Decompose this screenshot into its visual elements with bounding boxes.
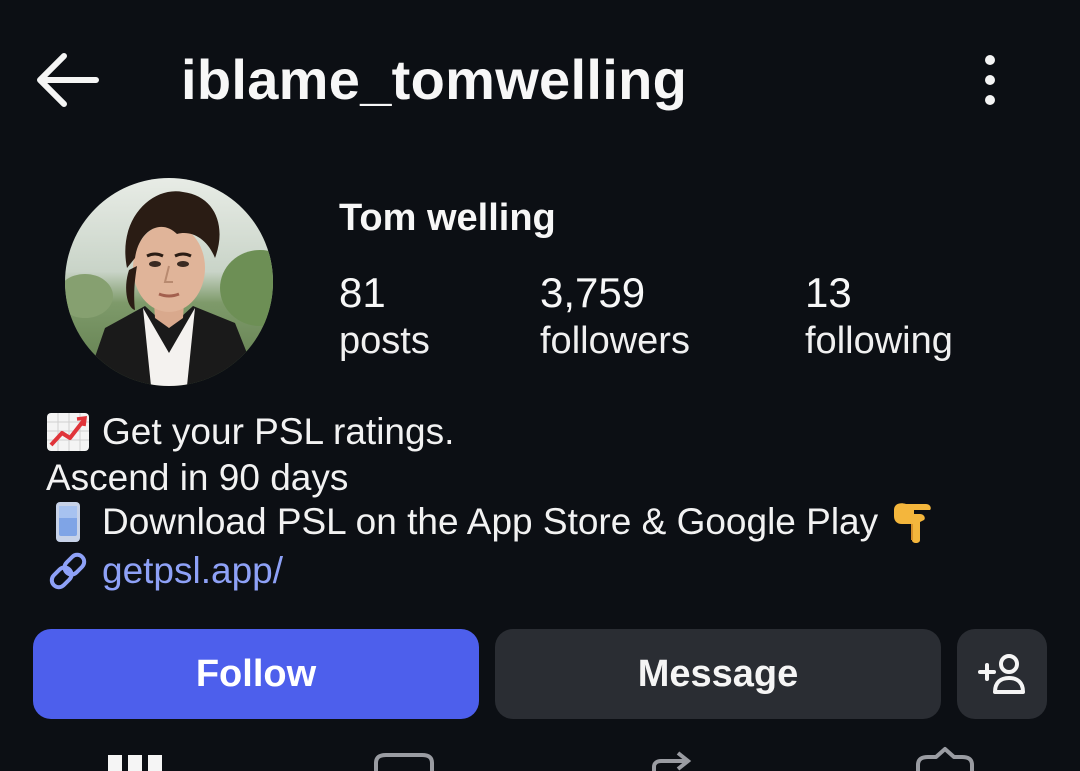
more-vertical-icon (985, 55, 995, 105)
posts-count: 81 (339, 269, 386, 316)
bio-line-1: Get your PSL ratings. (46, 409, 454, 455)
follow-button[interactable]: Follow (33, 629, 479, 719)
posts-label: posts (339, 320, 430, 362)
add-person-icon (978, 654, 1025, 694)
message-button[interactable]: Message (495, 629, 941, 719)
following-count: 13 (805, 269, 852, 316)
stat-following[interactable]: 13 following (805, 268, 953, 364)
bio-line-3: Download PSL on the App Store & Google P… (46, 499, 936, 545)
stat-posts[interactable]: 81 posts (339, 268, 430, 364)
tab-tagged[interactable] (914, 745, 976, 771)
followers-label: followers (540, 320, 690, 362)
bio-link[interactable]: getpsl.app/ (102, 548, 283, 594)
tab-reposts[interactable] (648, 745, 698, 771)
followers-count: 3,759 (540, 269, 646, 316)
bio-link-row[interactable]: getpsl.app/ (46, 548, 283, 594)
tab-grid[interactable] (108, 745, 162, 771)
pointing-down-hand-emoji (890, 500, 936, 544)
chart-increasing-emoji (46, 412, 90, 452)
arrow-left-icon (37, 53, 99, 107)
back-button[interactable] (30, 48, 106, 112)
display-name: Tom welling (339, 197, 556, 239)
grid-icon (108, 755, 162, 771)
suggest-accounts-button[interactable] (957, 629, 1047, 719)
reels-icon (374, 753, 434, 771)
page-title-username: iblame_tomwelling (181, 48, 688, 111)
link-icon (46, 549, 90, 593)
stat-followers[interactable]: 3,759 followers (540, 268, 690, 364)
bio-line-2: Ascend in 90 days (46, 457, 349, 498)
tagged-icon (916, 747, 974, 771)
avatar[interactable] (65, 178, 273, 386)
tab-reels[interactable] (372, 745, 436, 771)
profile-photo (65, 178, 273, 386)
reposts-icon (652, 751, 692, 771)
more-options-button[interactable] (968, 50, 1012, 110)
mobile-phone-emoji (46, 502, 90, 542)
bio-text-1: Get your PSL ratings. (102, 411, 455, 452)
bio-text-3: Download PSL on the App Store & Google P… (102, 501, 879, 542)
following-label: following (805, 320, 953, 362)
